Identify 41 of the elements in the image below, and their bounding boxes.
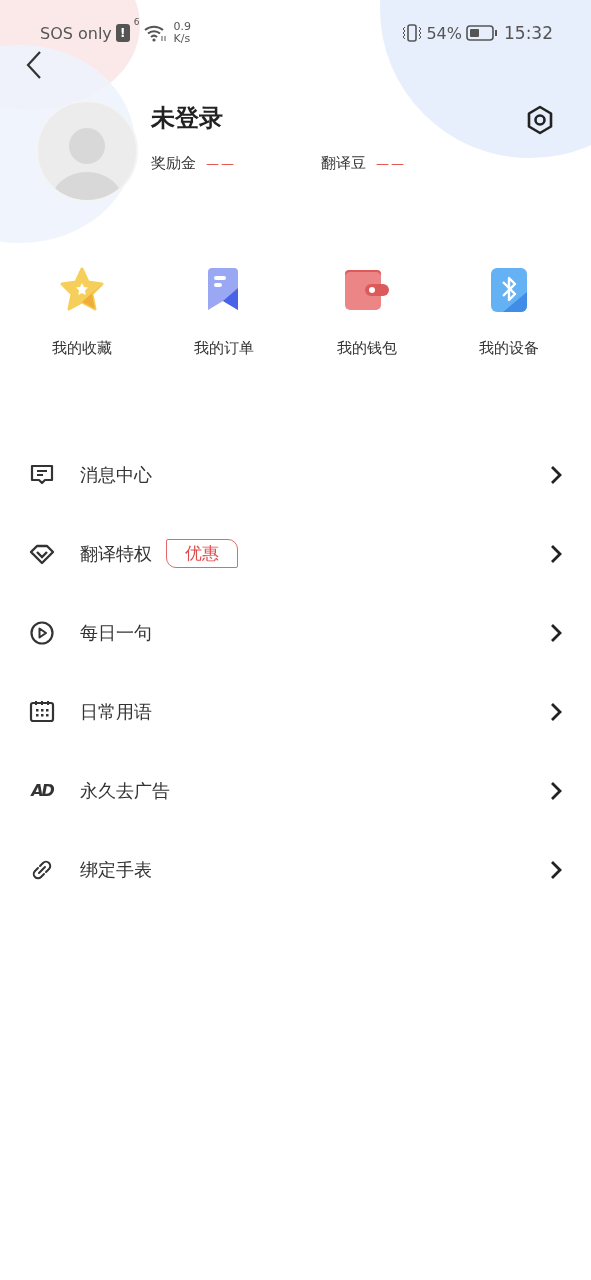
menu-item[interactable]: 日常用语 <box>0 672 591 751</box>
menu-label: 日常用语 <box>80 699 152 724</box>
menu-item[interactable]: 绑定手表 <box>0 830 591 909</box>
menu-label: 翻译特权 <box>80 541 152 566</box>
chevron-icon <box>549 859 563 880</box>
chevron-icon <box>549 543 563 564</box>
menu-label: 绑定手表 <box>80 857 152 882</box>
stat-label: 翻译豆 <box>321 154 366 173</box>
clock-time: 15:32 <box>504 23 553 43</box>
speed-value: 0.9 <box>173 21 192 33</box>
ad-icon: AD <box>31 781 53 800</box>
menu-item[interactable]: 翻译特权 优惠 <box>0 514 591 593</box>
promo-tag: 优惠 <box>166 539 238 568</box>
shortcut-label[interactable]: 我的订单 <box>194 339 255 358</box>
chevron-icon <box>549 622 563 643</box>
stat-value: —— <box>206 156 236 171</box>
chevron-icon <box>549 464 563 485</box>
chevron-icon <box>549 780 563 801</box>
battery-icon <box>466 24 498 42</box>
menu-item[interactable]: 消息中心 <box>0 435 591 514</box>
shortcut-label[interactable]: 我的设备 <box>478 339 539 358</box>
menu-label: 永久去广告 <box>80 778 170 803</box>
speed-unit: K/s <box>173 33 192 45</box>
carrier-label: SOS only <box>40 23 112 43</box>
menu-item[interactable]: AD 永久去广告 <box>0 751 591 830</box>
play-icon <box>29 619 55 646</box>
vibrate-icon <box>402 24 423 42</box>
wifi-icon <box>143 24 166 42</box>
user-name[interactable]: 未登录 <box>151 102 223 134</box>
shortcut-label[interactable]: 我的钱包 <box>336 339 397 358</box>
menu-label: 每日一句 <box>80 620 152 645</box>
battery-percent: 54% <box>426 23 462 43</box>
stat-value: —— <box>376 156 406 171</box>
menu-item[interactable]: 每日一句 <box>0 593 591 672</box>
chevron-icon <box>549 701 563 722</box>
calendar-icon <box>29 698 55 725</box>
menu-label: 消息中心 <box>80 462 152 487</box>
back-icon[interactable] <box>24 50 44 80</box>
shortcut-label[interactable]: 我的收藏 <box>52 339 113 358</box>
network-label: 6 <box>133 17 140 27</box>
stat-label: 奖励金 <box>151 154 196 173</box>
